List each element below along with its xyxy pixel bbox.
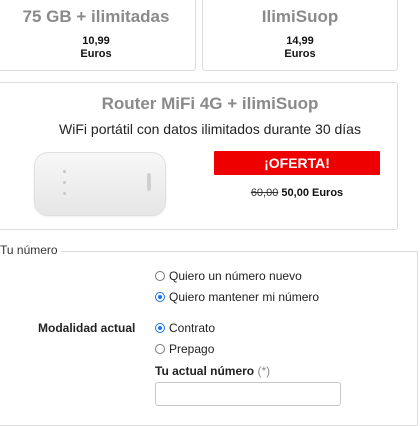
router-title: Router MiFi 4G + ilimiSuop xyxy=(101,94,319,113)
old-price: 60,00 xyxy=(250,187,279,199)
plan-name: 75 GB + ilimitadas xyxy=(22,7,170,26)
plan-currency: Euros xyxy=(80,48,112,60)
required-mark: (*) xyxy=(257,364,271,378)
current-number-label-text: Tu actual número xyxy=(155,364,255,378)
offer-price: 60,00 50,00 Euros xyxy=(214,187,380,199)
radio-keep-number-label: Quiero mantener mi número xyxy=(169,290,320,304)
plan-name: IlimiSuop xyxy=(261,7,339,26)
number-legend: Tu número xyxy=(0,243,61,257)
current-number-input[interactable] xyxy=(155,382,341,406)
plan-card-ilimisuop[interactable]: IlimiSuop 14,99 Euros xyxy=(202,0,398,71)
radio-prepaid[interactable]: Prepago xyxy=(155,342,214,356)
radio-contract-label: Contrato xyxy=(169,321,216,335)
current-number-label: Tu actual número (*) xyxy=(155,364,270,378)
radio-prepaid-button[interactable] xyxy=(155,344,165,354)
plan-price: 14,99 xyxy=(286,35,314,47)
router-subtitle: WiFi portátil con datos ilimitados duran… xyxy=(59,121,361,137)
radio-contract-button[interactable] xyxy=(155,323,165,333)
new-price: 50,00 Euros xyxy=(281,187,344,199)
modality-label: Modalidad actual xyxy=(38,321,136,335)
radio-prepaid-label: Prepago xyxy=(169,342,215,356)
plan-currency: Euros xyxy=(284,48,316,60)
radio-contract[interactable]: Contrato xyxy=(155,321,215,335)
radio-new-number-button[interactable] xyxy=(155,271,165,281)
offer-button[interactable]: ¡OFERTA! xyxy=(214,151,380,175)
radio-new-number-label: Quiero un número nuevo xyxy=(169,269,302,283)
plan-price: 10,99 xyxy=(82,35,110,47)
radio-keep-number[interactable]: Quiero mantener mi número xyxy=(155,290,319,304)
plan-card-75gb[interactable]: 75 GB + ilimitadas 10,99 Euros xyxy=(0,0,196,71)
radio-new-number[interactable]: Quiero un número nuevo xyxy=(155,269,302,283)
radio-keep-number-button[interactable] xyxy=(155,292,165,302)
router-device-image xyxy=(34,152,166,216)
